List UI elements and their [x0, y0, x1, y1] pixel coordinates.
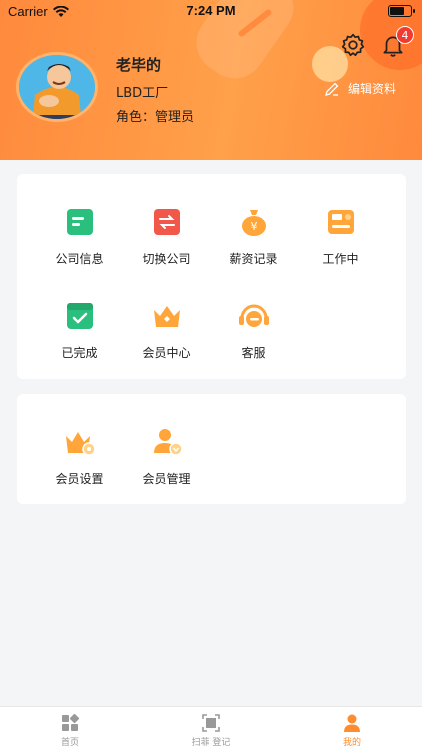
- customer-service-icon: [238, 304, 269, 327]
- menu-item-label: 会员设置: [55, 472, 104, 486]
- menu-item-label: 公司信息: [55, 252, 104, 266]
- scan-icon: [202, 714, 220, 732]
- menu-item-switch-company[interactable]: 切换公司: [118, 204, 215, 267]
- bottom-tab-bar: 首页 扫菲 登记 我的: [0, 706, 422, 750]
- menu-item-label: 会员管理: [142, 472, 191, 486]
- menu-item-label: 切换公司: [142, 252, 191, 266]
- menu-item-completed[interactable]: 已完成: [31, 298, 128, 361]
- company-info-icon: [66, 209, 93, 235]
- switch-company-icon: [153, 209, 180, 235]
- notification-badge: 4: [396, 26, 414, 44]
- tab-label: 我的: [342, 738, 361, 748]
- member-settings-icon: [65, 432, 96, 456]
- tab-label: 扫菲 登记: [191, 738, 231, 748]
- function-menu-card: 公司信息 切换公司 ¥ 薪资记录 工作中 已完成 会员中心 客服: [17, 174, 406, 379]
- menu-item-working[interactable]: 工作中: [292, 204, 389, 267]
- edit-profile-button[interactable]: 编辑资料: [324, 80, 396, 97]
- user-role: 角色：管理员: [116, 110, 195, 125]
- member-management-icon: [153, 429, 183, 456]
- tab-scan[interactable]: 扫菲 登记: [141, 713, 281, 748]
- home-icon: [62, 713, 80, 731]
- company-name: LBD工厂: [116, 86, 169, 101]
- menu-item-label: 客服: [241, 346, 266, 360]
- menu-item-salary-record[interactable]: ¥ 薪资记录: [205, 204, 302, 267]
- menu-item-label: 薪资记录: [229, 252, 278, 266]
- svg-text:¥: ¥: [250, 220, 257, 233]
- menu-item-member-management[interactable]: 会员管理: [118, 424, 215, 487]
- gear-icon[interactable]: [340, 32, 366, 58]
- completed-icon: [66, 303, 93, 329]
- menu-item-label: 会员中心: [142, 346, 191, 360]
- menu-item-member-center[interactable]: 会员中心: [118, 298, 215, 361]
- menu-item-label: 工作中: [322, 252, 359, 266]
- salary-record-icon: ¥: [241, 210, 266, 236]
- avatar[interactable]: [16, 52, 98, 122]
- status-bar: Carrier 7:24 PM: [0, 0, 422, 22]
- status-time: 7:24 PM: [186, 3, 236, 18]
- member-menu-card: 会员设置 会员管理: [17, 394, 406, 504]
- battery-icon: [388, 5, 415, 17]
- menu-item-label: 已完成: [61, 346, 98, 360]
- pencil-icon: [325, 82, 339, 96]
- working-icon: [327, 210, 354, 234]
- menu-item-customer-service[interactable]: 客服: [205, 298, 302, 361]
- profile-icon: [344, 714, 360, 732]
- user-name: 老毕的: [116, 56, 162, 74]
- tab-home[interactable]: 首页: [0, 713, 140, 748]
- menu-item-member-settings[interactable]: 会员设置: [31, 424, 128, 487]
- member-center-icon: [153, 306, 180, 327]
- tab-profile[interactable]: 我的: [282, 713, 422, 748]
- edit-profile-label: 编辑资料: [348, 82, 397, 96]
- menu-item-company-info[interactable]: 公司信息: [31, 204, 128, 267]
- tab-label: 首页: [60, 738, 79, 748]
